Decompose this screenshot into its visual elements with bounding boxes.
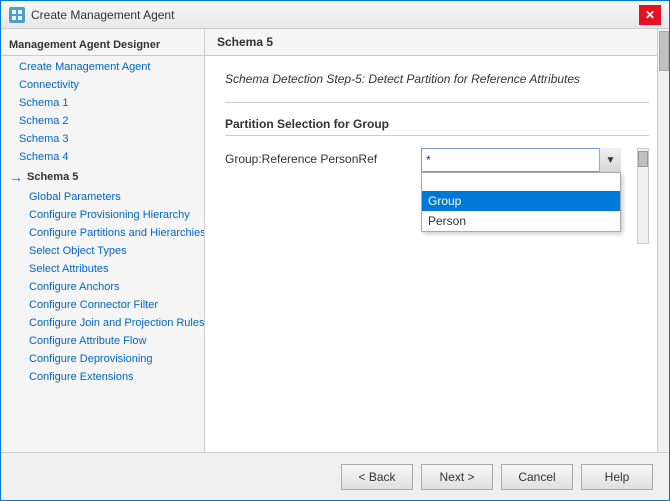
title-bar: Create Management Agent ✕ xyxy=(1,1,669,29)
main-header: Schema 5 xyxy=(205,29,669,56)
scrollbar-thumb[interactable] xyxy=(659,31,669,71)
sidebar-item-configure-join-and-projection-rules[interactable]: Configure Join and Projection Rules xyxy=(1,314,204,332)
arrow-icon: → xyxy=(9,169,23,185)
main-scrollbar[interactable] xyxy=(657,29,669,452)
sidebar-item-configure-provisioning-hierarchy[interactable]: Configure Provisioning Hierarchy xyxy=(1,206,204,224)
footer: < Back Next > Cancel Help xyxy=(1,452,669,500)
sidebar-item-label: Configure Join and Projection Rules xyxy=(29,317,205,329)
sidebar-item-schema-2[interactable]: Schema 2 xyxy=(1,112,204,130)
sidebar-item-label: Global Parameters xyxy=(29,191,121,203)
dropdown-arrow-icon[interactable]: ▼ xyxy=(599,148,621,172)
sidebar-item-schema-3[interactable]: Schema 3 xyxy=(1,130,204,148)
main-window: Create Management Agent ✕ Management Age… xyxy=(0,0,670,501)
sidebar-item-label: Schema 3 xyxy=(19,133,69,145)
sidebar-item-label: Configure Deprovisioning xyxy=(29,353,153,365)
sidebar: Management Agent Designer Create Managem… xyxy=(1,29,205,452)
sidebar-item-label: Connectivity xyxy=(19,79,79,91)
sidebar-item-select-attributes[interactable]: Select Attributes xyxy=(1,260,204,278)
dropdown-scrollbar[interactable] xyxy=(637,148,649,244)
sidebar-item-label: Create Management Agent xyxy=(19,61,150,73)
field-label: Group:Reference PersonRef xyxy=(225,148,405,166)
sidebar-item-label: Configure Anchors xyxy=(29,281,120,293)
next-button[interactable]: Next > xyxy=(421,464,493,490)
sidebar-item-label: Schema 2 xyxy=(19,115,69,127)
dropdown-list: GroupPerson xyxy=(421,172,621,232)
back-button[interactable]: < Back xyxy=(341,464,413,490)
close-button[interactable]: ✕ xyxy=(639,5,661,25)
window-icon xyxy=(9,7,25,23)
sidebar-item-label: Configure Partitions and Hierarchies xyxy=(29,227,205,239)
sidebar-item-configure-connector-filter[interactable]: Configure Connector Filter xyxy=(1,296,204,314)
sidebar-item-create-management-agent[interactable]: Create Management Agent xyxy=(1,58,204,76)
sidebar-item-configure-extensions[interactable]: Configure Extensions xyxy=(1,368,204,386)
help-button[interactable]: Help xyxy=(581,464,653,490)
sidebar-item-schema-4[interactable]: Schema 4 xyxy=(1,148,204,166)
sidebar-item-schema-5[interactable]: → Schema 5 xyxy=(1,166,204,188)
sidebar-item-label: Configure Provisioning Hierarchy xyxy=(29,209,190,221)
main-content: Schema Detection Step-5: Detect Partitio… xyxy=(205,56,669,452)
sidebar-item-schema-1[interactable]: Schema 1 xyxy=(1,94,204,112)
sidebar-item-configure-anchors[interactable]: Configure Anchors xyxy=(1,278,204,296)
sidebar-item-label: Select Object Types xyxy=(29,245,127,257)
partition-section-title: Partition Selection for Group xyxy=(225,117,649,136)
sidebar-item-label: Configure Attribute Flow xyxy=(29,335,146,347)
sidebar-item-label: Schema 4 xyxy=(19,151,69,163)
sidebar-item-select-object-types[interactable]: Select Object Types xyxy=(1,242,204,260)
sidebar-item-configure-attribute-flow[interactable]: Configure Attribute Flow xyxy=(1,332,204,350)
sidebar-item-configure-partitions-and-hierarchies[interactable]: Configure Partitions and Hierarchies xyxy=(1,224,204,242)
section-title: Schema Detection Step-5: Detect Partitio… xyxy=(225,72,649,86)
sidebar-item-label: Configure Connector Filter xyxy=(29,299,158,311)
content-area: Management Agent Designer Create Managem… xyxy=(1,29,669,452)
sidebar-item-configure-deprovisioning[interactable]: Configure Deprovisioning xyxy=(1,350,204,368)
sidebar-item-label: Configure Extensions xyxy=(29,371,134,383)
sidebar-item-global-parameters[interactable]: Global Parameters xyxy=(1,188,204,206)
partition-section: Partition Selection for Group Group:Refe… xyxy=(225,117,649,244)
main-panel: Schema 5 Schema Detection Step-5: Detect… xyxy=(205,29,669,452)
dropdown-container: * ▼ GroupPerson xyxy=(421,148,621,172)
window-title: Create Management Agent xyxy=(31,8,639,22)
dropdown-item-person[interactable]: Person xyxy=(422,211,620,231)
cancel-button[interactable]: Cancel xyxy=(501,464,573,490)
sidebar-item-label: Schema 1 xyxy=(19,97,69,109)
dropdown-item-empty[interactable] xyxy=(422,173,620,191)
field-row: Group:Reference PersonRef * ▼ GroupPerso… xyxy=(225,148,649,244)
sidebar-item-connectivity[interactable]: Connectivity xyxy=(1,76,204,94)
dropdown-display[interactable]: * xyxy=(421,148,621,172)
sidebar-item-label: Select Attributes xyxy=(29,263,109,275)
sidebar-title: Management Agent Designer xyxy=(1,33,204,56)
sidebar-item-label: Schema 5 xyxy=(27,171,78,183)
dropdown-item-group[interactable]: Group xyxy=(422,191,620,211)
